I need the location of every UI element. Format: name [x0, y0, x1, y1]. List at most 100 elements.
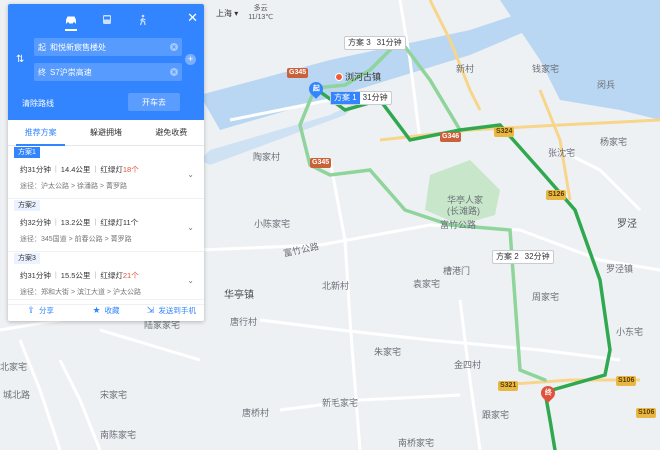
place-label: 杨家宅	[600, 137, 628, 147]
start-input[interactable]: 和悦新宸售楼处	[50, 42, 166, 53]
highway-shield: S126	[546, 190, 567, 200]
plan-title: 方案1	[14, 146, 40, 158]
add-waypoint-button[interactable]: +	[185, 54, 196, 65]
place-label: 钱家宅	[532, 64, 560, 74]
highway-shield: G346	[440, 132, 462, 142]
city-selector[interactable]: 上海 ▾	[216, 8, 238, 19]
place-label: 新村	[456, 64, 475, 74]
clear-route-button[interactable]: 清除路线	[22, 98, 54, 109]
place-label: 闵兵	[597, 80, 616, 90]
route-tag-plan-1[interactable]: 方案 1 31分钟	[330, 91, 392, 105]
favorite-button[interactable]: ★ 收藏	[73, 300, 138, 321]
walk-mode-button[interactable]	[132, 12, 154, 28]
weather-temp: 11/13℃	[248, 14, 274, 21]
plan-stats: 约32分钟 | 13.2公里 | 红绿灯11个	[20, 217, 139, 227]
tab-avoid-congestion[interactable]: 躲避拥堵	[73, 120, 138, 145]
place-label: (长滩路)	[447, 206, 480, 216]
city-name: 上海	[216, 8, 232, 18]
share-label: 分享	[38, 306, 54, 315]
place-label: 华亭镇	[224, 290, 254, 301]
highway-shield: S106	[636, 408, 657, 418]
close-button[interactable]: ✕	[187, 10, 198, 26]
route-tag-plan-2[interactable]: 方案 2 32分钟	[492, 250, 554, 264]
place-label: 唐桥村	[242, 408, 270, 418]
end-field[interactable]: 终 S7沪崇高速 ✕	[34, 63, 182, 81]
share-button[interactable]: ⇪ 分享	[8, 300, 73, 321]
place-label: 袁家宅	[413, 279, 441, 289]
chevron-down-icon[interactable]: ⌄	[187, 276, 194, 285]
place-label: 罗泾镇	[606, 264, 634, 274]
tab-recommended[interactable]: 推荐方案	[8, 120, 73, 146]
bus-icon	[103, 15, 111, 24]
plan-via: 途径：345国道 > 前春公路 > 菁罗路	[20, 236, 132, 243]
highway-shield: G345	[287, 68, 309, 78]
plan-time: 约32分钟	[20, 218, 51, 227]
route-tag-duration: 31分钟	[376, 38, 402, 47]
route-tag-plan: 方案 2	[496, 252, 519, 261]
route-tag-plan-3[interactable]: 方案 3 31分钟	[344, 36, 406, 50]
poi-dot-icon	[335, 72, 343, 81]
chevron-down-icon[interactable]: ⌄	[187, 223, 194, 232]
plan-via: 途径：郑和大街 > 滨江大道 > 沪太公路	[20, 289, 141, 296]
end-pin-label: 终	[544, 390, 552, 397]
plan-card[interactable]: 方案3 约31分钟 | 15.5公里 | 红绿灯21个 途径：郑和大街 > 滨江大道…	[8, 252, 204, 305]
plan-via: 途径：沪太公路 > 徐潘路 > 菁罗路	[20, 183, 127, 190]
place-label: 小东宅	[616, 327, 644, 337]
start-tag: 起	[38, 42, 46, 52]
start-driving-button[interactable]: 开车去	[128, 93, 180, 111]
swap-waypoints-button[interactable]: ⇅	[16, 54, 24, 65]
plan-stats: 约31分钟 | 15.5公里 | 红绿灯21个	[20, 270, 139, 280]
share-icon: ⇪	[27, 305, 35, 315]
route-preference-tabs: 推荐方案 躲避拥堵 避免收费	[8, 120, 204, 146]
plan-card[interactable]: 方案2 约32分钟 | 13.2公里 | 红绿灯11个 途径：345国道 > 前春公…	[8, 199, 204, 252]
plan-title: 方案3	[14, 252, 40, 264]
place-label: 陶家村	[253, 152, 281, 162]
place-label: 张沈宅	[548, 148, 576, 158]
plan-lights-label: 红绿灯	[100, 218, 123, 227]
weather-condition: 多云	[253, 5, 268, 12]
chevron-down-icon[interactable]: ⌄	[187, 170, 194, 179]
plan-stats: 约31分钟 | 14.4公里 | 红绿灯18个	[20, 164, 139, 174]
end-input[interactable]: S7沪崇高速	[50, 67, 166, 78]
plan-time: 约31分钟	[20, 271, 51, 280]
route-tag-plan: 方案 1	[331, 92, 360, 104]
bus-mode-button[interactable]	[96, 12, 118, 28]
start-pin-label: 起	[312, 86, 320, 93]
poi-label: 浏河古镇	[345, 72, 382, 82]
send-to-phone-label: 发送到手机	[158, 306, 196, 315]
plan-lights-label: 红绿灯	[100, 271, 123, 280]
plan-title: 方案2	[14, 199, 40, 211]
place-label: 朱家宅	[374, 347, 402, 357]
walk-icon	[139, 14, 146, 26]
close-icon: ✕	[187, 10, 198, 25]
send-to-phone-button[interactable]: ⇲ 发送到手机	[139, 300, 204, 321]
end-tag: 终	[38, 67, 46, 77]
chevron-down-icon: ▾	[234, 8, 239, 18]
place-label: 北新村	[322, 281, 350, 291]
route-tag-duration: 32分钟	[524, 252, 550, 261]
weather-widget[interactable]: 上海 ▾ 多云 11/13℃	[216, 4, 273, 22]
place-label: 槽港门	[443, 266, 471, 276]
poi-marker[interactable]: 浏河古镇	[335, 70, 381, 83]
start-field[interactable]: 起 和悦新宸售楼处 ✕	[34, 38, 182, 56]
highway-shield: S321	[498, 381, 519, 391]
route-tag-duration: 31分钟	[362, 93, 388, 102]
plan-lights-label: 红绿灯	[100, 165, 123, 174]
plan-lights: 18个	[122, 165, 139, 174]
place-label: 南陈家宅	[100, 430, 137, 440]
car-mode-button[interactable]	[60, 12, 82, 31]
panel-actions: ⇪ 分享 ★ 收藏 ⇲ 发送到手机	[8, 299, 204, 321]
place-label: 南桥家宅	[398, 438, 435, 448]
swap-icon: ⇅	[16, 54, 25, 65]
place-label: 唐行村	[230, 317, 258, 327]
place-label: 北家宅	[0, 362, 28, 372]
clear-start-icon[interactable]: ✕	[170, 43, 178, 51]
highway-shield: S324	[494, 127, 515, 137]
tab-avoid-tolls[interactable]: 避免收费	[139, 120, 204, 145]
car-icon	[66, 16, 76, 25]
plan-card[interactable]: 方案1 约31分钟 | 14.4公里 | 红绿灯18个 途径：沪太公路 > 徐潘路 …	[8, 146, 204, 199]
clear-end-icon[interactable]: ✕	[170, 68, 178, 76]
plus-icon: +	[187, 54, 194, 64]
plan-distance: 15.5公里	[60, 271, 91, 280]
place-label: 周家宅	[532, 292, 560, 302]
